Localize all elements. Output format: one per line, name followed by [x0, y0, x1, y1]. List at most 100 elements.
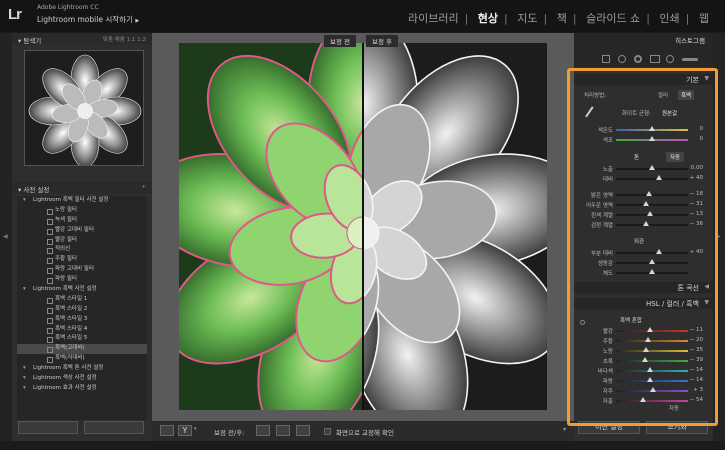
slider-knob[interactable] — [639, 397, 646, 402]
slider-value[interactable]: − 14 — [690, 377, 703, 383]
bw-mix-slider[interactable]: 노랑 − 35 — [574, 346, 713, 355]
module-map[interactable]: 지도 — [517, 12, 537, 25]
slider-knob[interactable] — [649, 165, 655, 170]
slider-value[interactable]: − 20 — [690, 337, 703, 343]
tint-slider[interactable]: 색조 0 — [574, 135, 713, 144]
treatment-color-button[interactable]: 컬러 — [658, 91, 668, 99]
mobile-link[interactable]: Lightroom mobile 시작하기 ▶ — [37, 14, 139, 25]
preset-item[interactable]: 빨강 고대비 필터 — [17, 226, 147, 236]
before-after-view-button[interactable]: Y — [178, 425, 192, 436]
slider-value[interactable]: − 54 — [690, 397, 703, 403]
slider-value[interactable]: 0 — [700, 126, 704, 132]
contrast-slider[interactable]: 대비 + 40 — [574, 174, 713, 183]
copy-before-to-after-button[interactable] — [256, 425, 270, 436]
radial-filter-icon[interactable] — [666, 55, 674, 63]
slider-value[interactable]: + 40 — [690, 175, 703, 181]
preset-folder[interactable]: Lightroom 효과 사전 설정 — [17, 384, 147, 394]
module-slideshow[interactable]: 슬라이드 쇼 — [586, 12, 640, 25]
preset-item[interactable]: 파랑 고대비 필터 — [17, 265, 147, 275]
preset-item[interactable]: 적외선 — [17, 245, 147, 255]
slider-value[interactable]: + 3 — [693, 387, 703, 393]
slider-value[interactable]: − 39 — [690, 357, 703, 363]
slider-knob[interactable] — [646, 211, 653, 216]
bw-mix-slider[interactable]: 바다색 − 14 — [574, 366, 713, 375]
module-book[interactable]: 책 — [557, 12, 567, 25]
preset-item[interactable]: 노랑 필터 — [17, 206, 147, 216]
module-develop[interactable]: 현상 — [478, 12, 498, 25]
slider-value[interactable]: − 31 — [690, 201, 703, 207]
slider-knob[interactable] — [649, 387, 656, 392]
highlights-slider[interactable]: 밝은 영역 − 18 — [574, 190, 713, 199]
preset-item[interactable]: 흑백(저대비) — [17, 354, 147, 364]
preset-item[interactable]: 파랑 필터 — [17, 275, 147, 285]
slider-track[interactable] — [616, 400, 688, 402]
left-panel-toggle[interactable]: ◀ — [0, 33, 12, 441]
whites-slider[interactable]: 흰색 계열 − 13 — [574, 210, 713, 219]
slider-knob[interactable] — [642, 347, 649, 352]
slider-knob[interactable] — [646, 191, 653, 196]
chevron-down-icon[interactable]: ▾ — [194, 426, 197, 432]
slider-knob[interactable] — [649, 269, 655, 274]
crop-icon[interactable] — [602, 55, 610, 63]
presets-header[interactable]: ▾ 사전 설정 + — [12, 182, 152, 194]
blacks-slider[interactable]: 검정 계열 − 36 — [574, 220, 713, 229]
slider-knob[interactable] — [656, 175, 663, 180]
slider-value[interactable]: − 36 — [690, 221, 703, 227]
slider-track[interactable] — [616, 252, 688, 254]
wb-select[interactable]: 원본값 — [662, 109, 677, 117]
preset-item[interactable]: 녹색 필터 — [17, 216, 147, 226]
soft-proof-checkbox[interactable] — [324, 428, 331, 435]
slider-value[interactable]: − 13 — [690, 211, 703, 217]
add-preset-icon[interactable]: + — [141, 184, 146, 190]
slider-track[interactable] — [616, 340, 688, 342]
slider-track[interactable] — [616, 360, 688, 362]
preset-folder[interactable]: Lightroom 색상 사전 설정 — [17, 374, 147, 384]
slider-value[interactable]: 0 — [700, 136, 704, 142]
slider-value[interactable]: − 11 — [690, 327, 703, 333]
preset-item[interactable]: 흑백 스타일 1 — [17, 295, 147, 305]
bw-auto-button[interactable]: 자동 — [669, 404, 679, 412]
adjustment-brush-icon[interactable] — [682, 58, 698, 61]
slider-knob[interactable] — [649, 136, 655, 141]
preset-folder[interactable]: Lightroom 흑백 필터 사전 설정 — [17, 196, 147, 206]
slider-knob[interactable] — [642, 221, 649, 226]
bw-mix-slider[interactable]: 자주 + 3 — [574, 386, 713, 395]
auto-tone-button[interactable]: 자동 — [666, 152, 685, 162]
temp-slider[interactable]: 색온도 0 — [574, 125, 713, 134]
shadows-slider[interactable]: 어두운 영역 − 31 — [574, 200, 713, 209]
copy-after-to-before-button[interactable] — [276, 425, 290, 436]
slider-knob[interactable] — [649, 259, 655, 264]
copy-button[interactable] — [18, 421, 78, 434]
preset-folder[interactable]: Lightroom 흑백 톤 사전 설정 — [17, 364, 147, 374]
spot-removal-icon[interactable] — [618, 55, 626, 63]
treatment-bw-button[interactable]: 흑백 — [678, 90, 695, 100]
slider-knob[interactable] — [645, 337, 652, 342]
bw-mix-slider[interactable]: 초록 − 39 — [574, 356, 713, 365]
white-balance-picker-icon[interactable] — [585, 106, 597, 120]
red-eye-icon[interactable] — [634, 55, 642, 63]
paste-button[interactable] — [84, 421, 144, 434]
module-web[interactable]: 웹 — [699, 12, 709, 25]
slider-knob[interactable] — [649, 126, 655, 131]
preset-item[interactable]: 흑백 스타일 2 — [17, 305, 147, 315]
right-panel-toggle[interactable]: ▶ — [713, 33, 725, 441]
saturation-slider[interactable]: 채도 — [574, 268, 713, 277]
preset-item[interactable]: 빨강 필터 — [17, 236, 147, 246]
vibrance-slider[interactable]: 생동감 — [574, 258, 713, 267]
navigator-preview[interactable] — [24, 50, 144, 166]
loupe-view-button[interactable] — [160, 425, 174, 436]
bw-mix-slider[interactable]: 빨강 − 11 — [574, 326, 713, 335]
hsl-header[interactable]: HSL / 컬러 / 흑백 ▼ — [574, 298, 713, 309]
slider-value[interactable]: − 14 — [690, 367, 703, 373]
swap-before-after-button[interactable] — [296, 425, 310, 436]
preset-item[interactable]: 흑백 스타일 3 — [17, 315, 147, 325]
exposure-slider[interactable]: 노출 0.00 — [574, 164, 713, 173]
slider-knob[interactable] — [641, 357, 648, 362]
navigator-header[interactable]: ▾ 탐색기 맞춤 채움 1:1 1:2 — [12, 33, 152, 45]
module-print[interactable]: 인쇄 — [659, 12, 679, 25]
bw-mix-slider[interactable]: 자홍 − 54 — [574, 396, 713, 405]
slider-knob[interactable] — [646, 377, 653, 382]
reset-button[interactable]: 초기화 — [646, 421, 708, 434]
slider-value[interactable]: − 35 — [690, 347, 703, 353]
toolbar-menu-icon[interactable]: ▾ — [563, 426, 566, 433]
